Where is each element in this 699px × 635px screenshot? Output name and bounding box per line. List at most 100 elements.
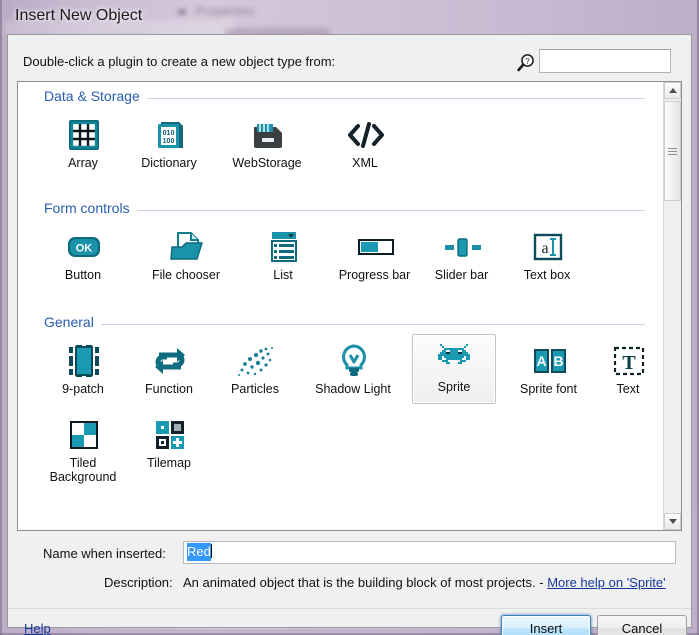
description-separator: - [536,575,548,590]
text-box-icon: a [503,227,593,267]
plugin-label: Tiled Background [41,456,125,484]
svg-text:?: ? [525,57,530,66]
scroll-down-button[interactable] [664,513,681,530]
plugin-label: Particles [213,382,297,396]
section-header: General [44,314,651,334]
folder-file-icon [127,227,247,267]
text-caret [211,544,212,558]
search-input[interactable] [539,49,671,73]
search-area: ? [511,47,676,77]
more-help-link[interactable]: More help on 'Sprite' [547,575,665,590]
plugin-tile-sprite[interactable]: Sprite [412,334,496,404]
svg-text:OK: OK [76,243,93,255]
scroll-up-button[interactable] [664,82,681,99]
dictionary-book-icon: 010 100 [127,115,213,155]
plugin-label: Slider bar [415,268,508,282]
plugin-list-content: Data & Storage [18,82,663,530]
array-grid-icon [41,115,127,155]
help-link[interactable]: Help [24,621,51,635]
description-label: Description: [104,575,173,590]
plugin-tile-button[interactable]: OK Button [40,222,126,290]
plugin-label: WebStorage [213,156,321,170]
section-header: Form controls [44,200,651,220]
plugin-list-scrollbar[interactable] [663,82,681,530]
function-arrows-icon [127,341,213,381]
plugin-tile-dictionary[interactable]: 010 100 Dictionary [126,110,212,178]
plugin-tile-particles[interactable]: Particles [212,336,298,404]
svg-text:a: a [541,240,548,257]
list-dropdown-icon [241,227,327,267]
nine-patch-icon [41,341,127,381]
svg-text:010: 010 [163,130,175,137]
text-t-icon: T [589,341,669,381]
plugin-tile-shadow-light[interactable]: Shadow Light [298,336,408,404]
section-divider [44,324,645,325]
plugin-label: XML [323,156,407,170]
plugin-tile-slider-bar[interactable]: Slider bar [414,222,509,290]
section-title: General [44,314,101,330]
plugin-label: Button [41,268,125,282]
instruction-text: Double-click a plugin to create a new ob… [23,54,335,69]
plugin-tile-webstorage[interactable]: WebStorage [212,110,322,178]
plugin-label: Dictionary [127,156,211,170]
window-edge-left [0,0,2,635]
plugin-label: Text [589,382,667,396]
plugin-label: Function [127,382,211,396]
svg-text:A: A [536,353,546,369]
name-input[interactable]: Red [183,541,676,564]
plugin-label: List [241,268,325,282]
dialog-client-area: Double-click a plugin to create a new ob… [7,34,692,628]
plugin-label: Shadow Light [299,382,407,396]
plugin-tile-function[interactable]: Function [126,336,212,404]
plugin-label: Sprite [413,380,495,394]
plugin-label: File chooser [127,268,245,282]
name-field-label: Name when inserted: [43,546,166,561]
particles-dots-icon [213,341,299,381]
plugin-label: 9-patch [41,382,125,396]
section-title: Form controls [44,200,137,216]
plugin-tile-xml[interactable]: XML [322,110,408,178]
description-text-row: An animated object that is the building … [183,575,666,590]
tilemap-icon [127,415,213,455]
plugin-label: Array [41,156,125,170]
plugin-label: Sprite font [497,382,600,396]
section-title: Data & Storage [44,88,147,104]
chevron-down-icon [669,519,677,524]
plugin-tile-tilemap[interactable]: Tilemap [126,410,212,478]
scrollbar-grip [668,148,677,155]
plugin-tile-file-chooser[interactable]: File chooser [126,222,246,290]
plugin-tile-9-patch[interactable]: 9-patch [40,336,126,404]
plugin-tile-list[interactable]: List [240,222,326,290]
plugin-tile-text-box[interactable]: a Text box [502,222,592,290]
plugin-tile-array[interactable]: Array [40,110,126,178]
insert-button[interactable]: Insert [501,615,591,635]
plugin-tile-tiled-background[interactable]: Tiled Background [40,410,126,492]
description-text: An animated object that is the building … [183,575,536,590]
search-icon: ? [516,53,536,73]
svg-text:100: 100 [163,138,175,145]
sprite-invader-icon [413,339,495,379]
scrollbar-thumb[interactable] [664,101,681,201]
cancel-button[interactable]: Cancel [597,615,687,635]
lightbulb-icon [299,341,409,381]
section-header: Data & Storage [44,88,651,108]
svg-text:T: T [622,352,636,374]
insert-new-object-dialog: Insert New Object Double-click a plugin … [0,0,699,635]
plugin-tile-sprite-font[interactable]: A B Sprite font [496,336,601,404]
title-bar[interactable]: Insert New Object [0,0,699,36]
name-input-selected-text: Red [187,543,211,561]
webstorage-drive-icon [213,115,323,155]
plugin-label: Tilemap [127,456,211,470]
ok-button-icon: OK [41,227,127,267]
xml-code-icon [323,115,409,155]
plugin-list-panel: Data & Storage [17,81,682,531]
slider-bar-icon [415,227,510,267]
plugin-tile-progress-bar[interactable]: Progress bar [322,222,427,290]
footer-divider [8,608,691,609]
tiled-background-icon [41,415,127,455]
sprite-font-ab-icon: A B [497,341,602,381]
plugin-label: Text box [503,268,591,282]
plugin-tile-text[interactable]: T Text [588,336,668,404]
plugin-label: Progress bar [323,268,426,282]
progress-bar-icon [323,227,428,267]
